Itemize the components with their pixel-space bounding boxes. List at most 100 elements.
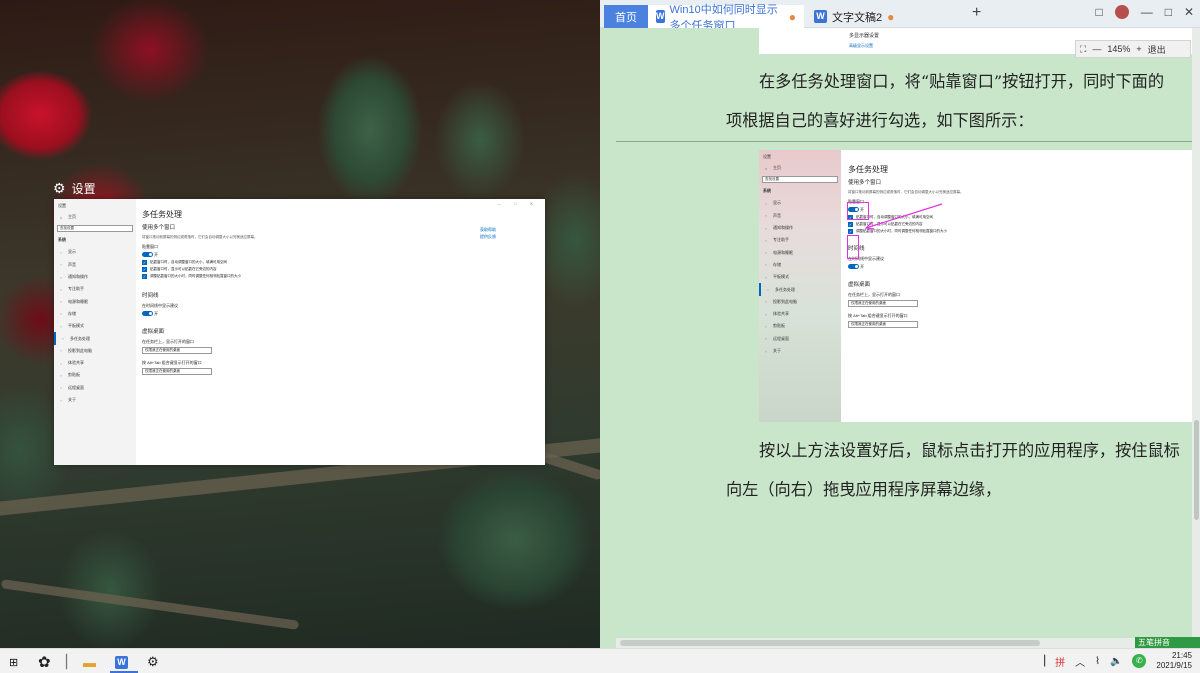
tab-document-2[interactable]: W 文字文稿2 ● [806,5,906,28]
close-icon[interactable]: ✕ [1184,5,1194,19]
sidebar-item-label: 显示 [68,249,76,255]
sidebar-item-8[interactable]: ▫ 投影到此电脑 [54,345,136,357]
ime-tray-icon[interactable]: 拼 [1055,654,1065,669]
focus-icon: ▫ [765,237,767,243]
clock[interactable]: 21:45 2021/9/15 [1156,651,1192,671]
sidebar-item-label: 剪贴板 [773,323,785,329]
vertical-scroll-thumb[interactable] [1194,420,1199,520]
chevron-up-icon[interactable]: ︿ [1075,654,1085,669]
sidebar-item-3[interactable]: ▫ 专注助手 [54,283,136,295]
highlight-box [847,235,859,259]
zoom-in-button[interactable]: + [1136,44,1141,54]
sound-icon: ▫ [765,213,767,219]
sidebar-item-12[interactable]: ▫ 关于 [54,394,136,406]
document-page[interactable]: 多显示器设置 高级显示设置 ⛶ — 145% + 退出 在多任务处理窗口，将“贴… [616,28,1194,638]
checkbox-label: 调整贴靠窗口的大小时，同时调整任何相邻贴靠窗口的大小 [150,274,241,278]
new-tab-button[interactable]: + [972,4,981,22]
wechat-icon[interactable]: ✆ [1132,654,1147,668]
tab-home[interactable]: 首页 [604,5,648,28]
fit-screen-icon[interactable]: ⛶ [1080,44,1086,55]
taskbar-dropdown[interactable]: 仅限我正在使用的桌面 [142,347,212,354]
checkbox-row[interactable]: ✓ 贴靠窗口时，自动调整窗口的大小，填满可用空间 [142,260,442,265]
ime-status-bar[interactable]: 五笔拼音 [1135,637,1200,648]
sidebar-item-4: ▫ 电源和睡眠 [759,246,841,258]
settings-taskbar-icon[interactable]: ⚙ [147,652,159,672]
sidebar-item-label: 显示 [773,200,781,206]
alttab-dropdown[interactable]: 仅限我正在使用的桌面 [142,368,212,375]
sidebar-item-0[interactable]: ▫ 显示 [54,246,136,258]
page-divider [616,141,1194,142]
section-heading: 使用多个窗口 [142,225,176,231]
sidebar-item-11[interactable]: ▫ 远程桌面 [54,382,136,394]
exit-button[interactable]: 退出 [1148,43,1166,56]
window-controls[interactable]: — □ ✕ [497,201,539,206]
info-icon: ▫ [60,397,62,403]
checkbox-row[interactable]: ✓ 贴靠窗口时，显示可以贴靠在它旁边的内容 [142,267,442,272]
get-help-link[interactable]: 获取帮助 [480,226,496,233]
sidebar-item-6[interactable]: ▫ 平板模式 [54,320,136,332]
sidebar-item-home[interactable]: ⌂ 主页 [54,211,136,223]
sidebar-item-9[interactable]: ▫ 体验共享 [54,357,136,369]
remote-icon: ▫ [60,385,62,391]
layout-icon[interactable]: □ [1095,5,1102,19]
sidebar-header: 设置 [58,203,66,208]
sidebar-item-10[interactable]: ▫ 剪贴板 [54,369,136,381]
notification-icon: ▫ [60,274,62,280]
snap-description: 将窗口拖动到屏幕的侧边或角落时，它们会自动调整大小以完美适应屏幕。 [848,190,964,194]
sidebar-item-2: ▫ 通知和操作 [759,222,841,234]
vertical-scrollbar[interactable] [1192,28,1200,638]
unsaved-dot-icon: ● [788,9,796,24]
tab-bar: 首页 W Win10中如何同时显示多个任务窗口 ● W 文字文稿2 ● + □ … [600,0,1200,32]
sidebar-item-label: 通知和操作 [773,225,793,231]
sidebar-item-label: 剪贴板 [68,372,80,378]
taskbar: ⊞ ✿ ▏ ▬ W ⚙ ▕ 拼 ︿ ⌇ 🔈 ✆ 21:45 2021/9/15 [0,648,1200,673]
paragraph-line: 在多任务处理窗口，将“贴靠窗口”按钮打开，同时下面的 [759,72,1165,91]
minimize-icon[interactable]: — [1141,5,1153,19]
sidebar-item-5[interactable]: ▫ 存储 [54,308,136,320]
sidebar-item-label: 远程桌面 [68,384,84,390]
ime-label: 五笔拼音 [1138,638,1170,647]
pinwheel-app-icon[interactable]: ✿ [38,652,51,672]
settings-main: 多任务处理 使用多个窗口 将窗口拖动到屏幕的侧边或角落时，它们会自动调整大小以完… [142,209,442,375]
volume-icon[interactable]: 🔈 [1110,656,1122,667]
snap-label: 贴靠窗口 [142,244,158,249]
sidebar-header: 设置 [763,154,771,159]
sidebar-item-5: ▫ 存储 [759,259,841,271]
tab-document-active[interactable]: W Win10中如何同时显示多个任务窗口 ● [648,4,804,32]
network-icon[interactable]: ⌇ [1095,656,1100,667]
sidebar-item-2[interactable]: ▫ 通知和操作 [54,271,136,283]
avatar[interactable] [1114,5,1129,19]
settings-titlebar[interactable]: ⚙ 设置 [53,180,96,197]
horizontal-scroll-thumb[interactable] [620,640,1040,646]
snippet-link: 高级显示设置 [849,43,873,48]
sidebar-item-label: 关于 [773,348,781,353]
checkbox-row[interactable]: ✓ 调整贴靠窗口的大小时，同时调整任何相邻贴靠窗口的大小 [142,274,442,279]
start-button[interactable]: ⊞ [9,652,18,672]
sidebar-item-1[interactable]: ▫ 声音 [54,259,136,271]
maximize-icon[interactable]: □ [1165,5,1172,19]
toggle-state: 开 [860,264,865,269]
timeline-toggle [848,264,859,270]
file-explorer-icon[interactable]: ▬ [83,652,96,672]
embedded-screenshot: 设置 ⌂ 主页 查找设置 系统 ▫ 显示 ▫ 声音 ▫ 通知和操作 ▫ 专注助手 ▫ 电源和睡眠 ▫ 存… [759,150,1194,422]
sidebar-item-label: 体验共享 [68,360,84,366]
search-input[interactable]: 查找设置 [57,225,133,233]
timeline-toggle[interactable] [142,311,153,317]
project-icon: ▫ [60,348,62,354]
gear-icon: ⚙ [53,180,66,196]
wps-doc-icon: W [656,10,665,23]
paragraph-line: 向左（向右）拖曳应用程序屏幕边缘， [726,480,1002,499]
check-icon: ✓ [142,274,147,279]
feedback-link[interactable]: 提供反馈 [480,233,496,240]
sidebar-item-1: ▫ 声音 [759,210,841,222]
sidebar-item-4[interactable]: ▫ 电源和睡眠 [54,295,136,307]
wps-taskbar-button[interactable]: W [115,652,128,672]
zoom-level: 145% [1107,44,1131,54]
sidebar-item-label: 投影到此电脑 [68,347,92,353]
sidebar-item-label: 主页 [68,214,76,220]
checkbox-label: 贴靠窗口时，显示可以贴靠在它旁边的内容 [150,267,217,271]
section-heading: 虚拟桌面 [142,329,165,335]
zoom-out-button[interactable]: — [1092,44,1101,54]
snap-toggle[interactable] [142,252,153,258]
sidebar-item-7[interactable]: ▫ 多任务处理 [54,332,136,345]
